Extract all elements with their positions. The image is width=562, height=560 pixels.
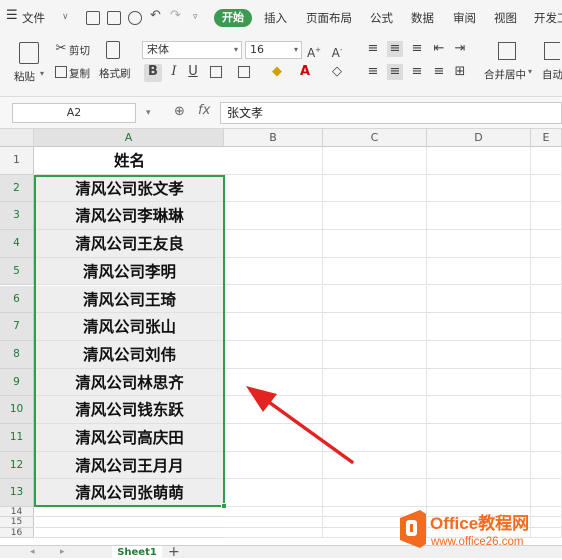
watermark-url: www.office26.com bbox=[430, 536, 523, 548]
file-menu[interactable]: 文件 bbox=[22, 10, 45, 26]
office26-logo: Office教程网 www.office26.com bbox=[396, 506, 556, 550]
office-logo-icon: Office教程网 www.office26.com bbox=[400, 510, 529, 548]
justify-icon[interactable]: ≡ bbox=[432, 64, 446, 80]
watermark-brand: Office教程网 bbox=[430, 513, 529, 533]
tab-insert[interactable]: 插入 bbox=[264, 10, 287, 26]
bold-button[interactable]: B bbox=[144, 64, 162, 82]
cut-label[interactable]: 剪切 bbox=[69, 43, 90, 58]
hamburger-icon[interactable]: ☰ bbox=[6, 8, 18, 23]
preview-icon[interactable] bbox=[128, 11, 142, 25]
format-painter-icon[interactable] bbox=[106, 41, 120, 59]
chevron-down-icon[interactable]: ▾ bbox=[146, 105, 151, 121]
align-top-icon[interactable]: ≡ bbox=[366, 41, 380, 57]
paste-dropdown-icon[interactable]: ▾ bbox=[40, 69, 44, 78]
tab-developer[interactable]: 开发工 bbox=[534, 10, 562, 26]
align-left-icon[interactable]: ≡ bbox=[366, 64, 380, 80]
chevron-down-icon: ▾ bbox=[233, 45, 238, 54]
sheet-tab-sheet1[interactable]: Sheet1 bbox=[112, 546, 162, 559]
copy-icon[interactable] bbox=[55, 66, 67, 78]
spreadsheet-grid: A B C D E 1 姓名 2 清风公司张文孝 3 清风公司李琳琳 4 清风公司王友良 5 清风… bbox=[0, 129, 562, 545]
name-box-value: A2 bbox=[66, 106, 82, 119]
wrap-text-label[interactable]: 自动 bbox=[542, 67, 562, 82]
border-icon[interactable] bbox=[210, 66, 222, 78]
undo-icon[interactable]: ↶ bbox=[150, 8, 161, 23]
copy-label[interactable]: 复制 bbox=[69, 66, 90, 81]
name-box[interactable]: A2 bbox=[12, 103, 136, 123]
cut-icon[interactable]: ✂ bbox=[54, 41, 68, 57]
fx-icon[interactable]: fx bbox=[198, 103, 210, 118]
font-color-icon[interactable]: A bbox=[298, 64, 312, 80]
font-size-value: 16 bbox=[250, 43, 264, 56]
quick-access-dropdown-icon[interactable]: ▿ bbox=[193, 12, 198, 22]
chevron-down-icon[interactable]: ∨ bbox=[62, 12, 69, 22]
arrow-shaft bbox=[264, 398, 354, 464]
arrow-head bbox=[246, 386, 277, 412]
tab-start[interactable]: 开始 bbox=[214, 9, 252, 27]
ribbon: 粘贴 ▾ ✂ 剪切 复制 格式刷 宋体 ▾ 16 ▾ A+ A- B I U ◆ A… bbox=[0, 36, 562, 97]
indent-decrease-icon[interactable]: ⇤ bbox=[432, 41, 446, 57]
indent-increase-icon[interactable]: ⇥ bbox=[453, 41, 467, 57]
italic-button[interactable]: I bbox=[167, 64, 181, 80]
merge-dropdown-icon[interactable]: ▾ bbox=[528, 67, 532, 76]
formula-bar: A2 ▾ ⊕ fx 张文孝 bbox=[0, 97, 562, 129]
font-name-select[interactable]: 宋体 ▾ bbox=[142, 41, 242, 59]
underline-button[interactable]: U bbox=[186, 64, 200, 80]
zoom-icon[interactable]: ⊕ bbox=[174, 104, 185, 120]
paste-icon[interactable] bbox=[19, 42, 39, 64]
fill-color-icon[interactable]: ◆ bbox=[270, 64, 284, 80]
align-right-icon[interactable]: ≡ bbox=[410, 64, 424, 80]
print-icon[interactable] bbox=[107, 11, 121, 25]
tab-formulas[interactable]: 公式 bbox=[370, 10, 393, 26]
border-style-icon[interactable] bbox=[238, 66, 250, 78]
font-size-select[interactable]: 16 ▾ bbox=[245, 41, 302, 59]
redo-icon[interactable]: ↷ bbox=[170, 8, 181, 23]
align-bottom-icon[interactable]: ≡ bbox=[410, 41, 424, 57]
distribute-icon[interactable]: ⊞ bbox=[453, 64, 467, 80]
format-painter-label[interactable]: 格式刷 bbox=[99, 66, 131, 81]
clear-format-icon[interactable]: ◇ bbox=[330, 64, 344, 80]
formula-value: 张文孝 bbox=[227, 106, 264, 120]
font-name-value: 宋体 bbox=[147, 43, 169, 56]
tab-view[interactable]: 视图 bbox=[494, 10, 517, 26]
align-center-icon[interactable]: ≡ bbox=[387, 64, 403, 80]
save-icon[interactable] bbox=[86, 11, 100, 25]
chevron-down-icon: ▾ bbox=[293, 45, 298, 54]
tab-data[interactable]: 数据 bbox=[411, 10, 434, 26]
formula-input[interactable]: 张文孝 bbox=[220, 102, 562, 124]
tab-page-layout[interactable]: 页面布局 bbox=[306, 10, 352, 26]
merge-center-icon[interactable] bbox=[498, 42, 516, 60]
merge-center-label[interactable]: 合并居中 bbox=[484, 67, 526, 82]
font-grow-icon[interactable]: A+ bbox=[306, 42, 322, 61]
menu-bar: ☰ 文件 ∨ ↶ ↷ ▿ 开始 插入 页面布局 公式 数据 审阅 视图 开发工 bbox=[0, 0, 562, 36]
annotation-layer bbox=[246, 386, 354, 464]
wrap-text-icon[interactable] bbox=[544, 42, 560, 60]
font-shrink-icon[interactable]: A- bbox=[329, 42, 345, 61]
paste-label[interactable]: 粘贴 bbox=[14, 69, 35, 84]
align-middle-icon[interactable]: ≡ bbox=[387, 41, 403, 57]
tab-review[interactable]: 审阅 bbox=[453, 10, 476, 26]
